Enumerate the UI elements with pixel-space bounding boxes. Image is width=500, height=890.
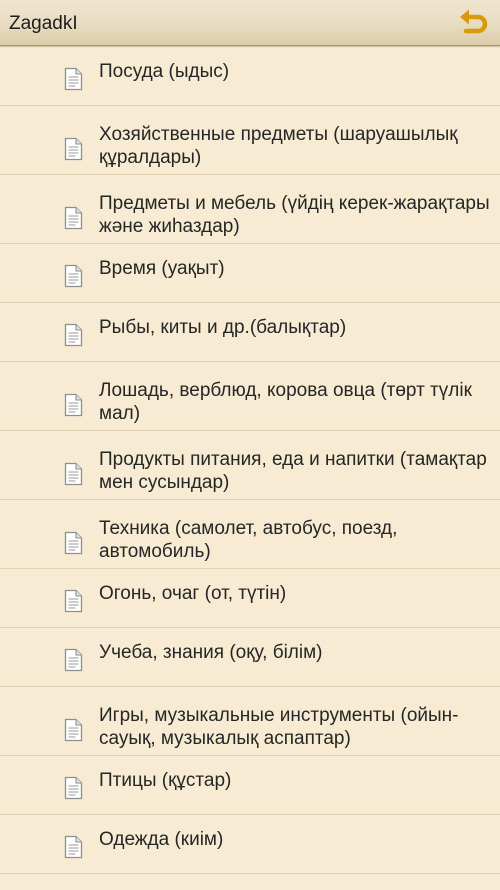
list-item-label: Техника (самолет, автобус, поезд, автомо… (99, 518, 398, 562)
list-item[interactable]: Продукты питания, еда и напитки (тамақта… (0, 431, 500, 500)
document-icon (62, 264, 84, 288)
document-icon (62, 206, 84, 230)
category-list: Посуда (ыдыс) Хозяйственные предметы (ша… (0, 47, 500, 874)
list-item[interactable]: Предметы и мебель (үйдің керек-жарақтары… (0, 175, 500, 244)
list-item-label: Лошадь, верблюд, корова овца (төрт түлік… (99, 380, 472, 424)
document-icon (62, 776, 84, 800)
list-item-label: Рыбы, киты и др.(балықтар) (99, 317, 347, 338)
list-item-label: Предметы и мебель (үйдің керек-жарақтары… (99, 193, 490, 237)
list-item[interactable]: Игры, музыкальные инструменты (ойын-сауы… (0, 687, 500, 756)
document-icon (62, 589, 84, 613)
list-item[interactable]: Техника (самолет, автобус, поезд, автомо… (0, 500, 500, 569)
back-button[interactable] (456, 6, 492, 40)
list-item-label: Игры, музыкальные инструменты (ойын-сауы… (99, 705, 459, 749)
document-icon (62, 835, 84, 859)
document-icon (62, 67, 84, 91)
document-icon (62, 718, 84, 742)
list-item[interactable]: Посуда (ыдыс) (0, 47, 500, 106)
app-title: ZagadkI (9, 13, 78, 34)
list-item-label: Время (уақыт) (99, 258, 225, 279)
list-item[interactable]: Время (уақыт) (0, 244, 500, 303)
document-icon (62, 531, 84, 555)
undo-arrow-icon (460, 9, 488, 34)
list-item-label: Учеба, знания (оқу, білім) (99, 642, 323, 663)
document-icon (62, 393, 84, 417)
list-item-label: Птицы (құстар) (99, 770, 232, 791)
list-item-label: Продукты питания, еда и напитки (тамақта… (99, 449, 487, 493)
list-item[interactable]: Рыбы, киты и др.(балықтар) (0, 303, 500, 362)
list-item[interactable]: Лошадь, верблюд, корова овца (төрт түлік… (0, 362, 500, 431)
list-item[interactable]: Огонь, очаг (от, түтін) (0, 569, 500, 628)
document-icon (62, 648, 84, 672)
list-item-label: Огонь, очаг (от, түтін) (99, 583, 287, 604)
list-item[interactable]: Хозяйственные предметы (шаруашылық құрал… (0, 106, 500, 175)
document-icon (62, 323, 84, 347)
document-icon (62, 137, 84, 161)
document-icon (62, 462, 84, 486)
list-item[interactable]: Птицы (құстар) (0, 756, 500, 815)
list-item[interactable]: Одежда (киім) (0, 815, 500, 874)
list-item-label: Хозяйственные предметы (шаруашылық құрал… (99, 124, 458, 168)
action-bar: ZagadkI (0, 0, 500, 46)
list-item-label: Одежда (киім) (99, 829, 224, 850)
list-item-label: Посуда (ыдыс) (99, 61, 230, 82)
list-item[interactable]: Учеба, знания (оқу, білім) (0, 628, 500, 687)
